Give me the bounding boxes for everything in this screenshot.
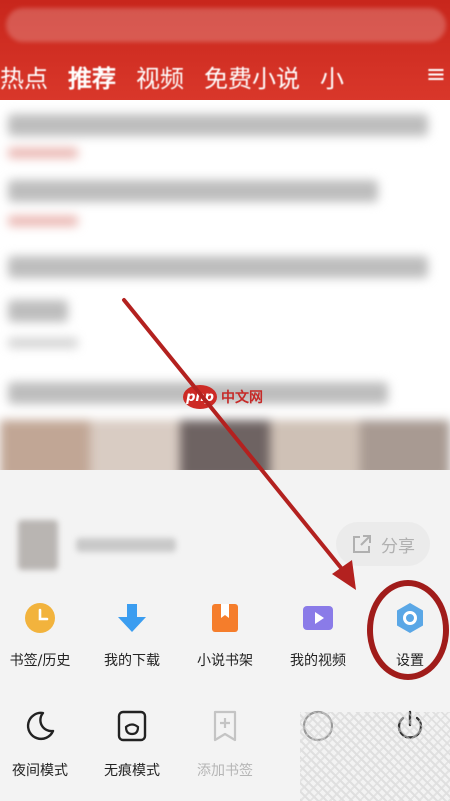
- menu-item-bookmarks-history[interactable]: 书签/历史: [0, 600, 85, 670]
- feed-meta: [8, 216, 78, 226]
- menu-item-add-bookmark[interactable]: 添加书签: [180, 708, 270, 780]
- username: [76, 538, 176, 552]
- feed-meta: [8, 148, 78, 158]
- menu-item-night-mode[interactable]: 夜间模式: [0, 708, 85, 780]
- site-watermark: php 中文网: [183, 385, 263, 409]
- menu-item-my-videos[interactable]: 我的视频: [273, 600, 363, 670]
- menu-row-primary: 书签/历史 我的下载 小说书架 我的视频 设置: [0, 600, 450, 680]
- share-icon: [353, 535, 371, 553]
- share-button[interactable]: 分享: [336, 522, 430, 566]
- menu-item-novel-shelf[interactable]: 小说书架: [180, 600, 270, 670]
- menu-label: 设置: [396, 653, 424, 669]
- menu-item-incognito[interactable]: 无痕模式: [87, 708, 177, 780]
- menu-label: 添加书签: [197, 763, 253, 779]
- news-feed: [0, 100, 450, 470]
- tab-recommend[interactable]: 推荐: [68, 59, 116, 94]
- video-play-icon: [300, 600, 336, 636]
- watermark-text: 中文网: [221, 390, 263, 406]
- feed-headline: [8, 180, 378, 202]
- incognito-card-icon: [114, 708, 150, 744]
- feed-thumbnails: [0, 420, 450, 470]
- search-bar[interactable]: [6, 8, 446, 42]
- menu-label: 书签/历史: [9, 653, 71, 669]
- share-label: 分享: [381, 536, 415, 557]
- menu-label: 我的下载: [104, 653, 160, 669]
- menu-label: 夜间模式: [12, 763, 68, 779]
- menu-label: 我的视频: [290, 653, 346, 669]
- menu-label: 小说书架: [197, 653, 253, 669]
- header-bar: 热点 推荐 视频 免费小说 小 ≡: [0, 0, 450, 100]
- feed-headline: [8, 256, 428, 278]
- tab-hot[interactable]: 热点: [0, 59, 48, 94]
- tab-free-novels[interactable]: 免费小说: [204, 59, 300, 94]
- menu-item-settings[interactable]: 设置: [365, 600, 450, 670]
- tab-more[interactable]: 小: [320, 59, 344, 94]
- feed-meta: [8, 338, 78, 348]
- channel-tabs: 热点 推荐 视频 免费小说 小 ≡: [0, 56, 450, 96]
- avatar[interactable]: [18, 520, 58, 570]
- watermark-logo: php: [183, 385, 217, 409]
- user-profile[interactable]: [18, 520, 178, 570]
- download-arrow-icon: [114, 600, 150, 636]
- bookmark-book-icon: [207, 600, 243, 636]
- feed-headline: [8, 300, 68, 322]
- moon-icon: [22, 708, 58, 744]
- tab-video[interactable]: 视频: [136, 59, 184, 94]
- clock-icon: [22, 600, 58, 636]
- menu-item-downloads[interactable]: 我的下载: [87, 600, 177, 670]
- menu-icon[interactable]: ≡: [426, 60, 446, 88]
- feed-headline: [8, 114, 428, 136]
- menu-label: 无痕模式: [104, 763, 160, 779]
- add-bookmark-icon: [207, 708, 243, 744]
- settings-gear-icon: [392, 600, 428, 636]
- corner-watermark-pattern: [300, 712, 450, 801]
